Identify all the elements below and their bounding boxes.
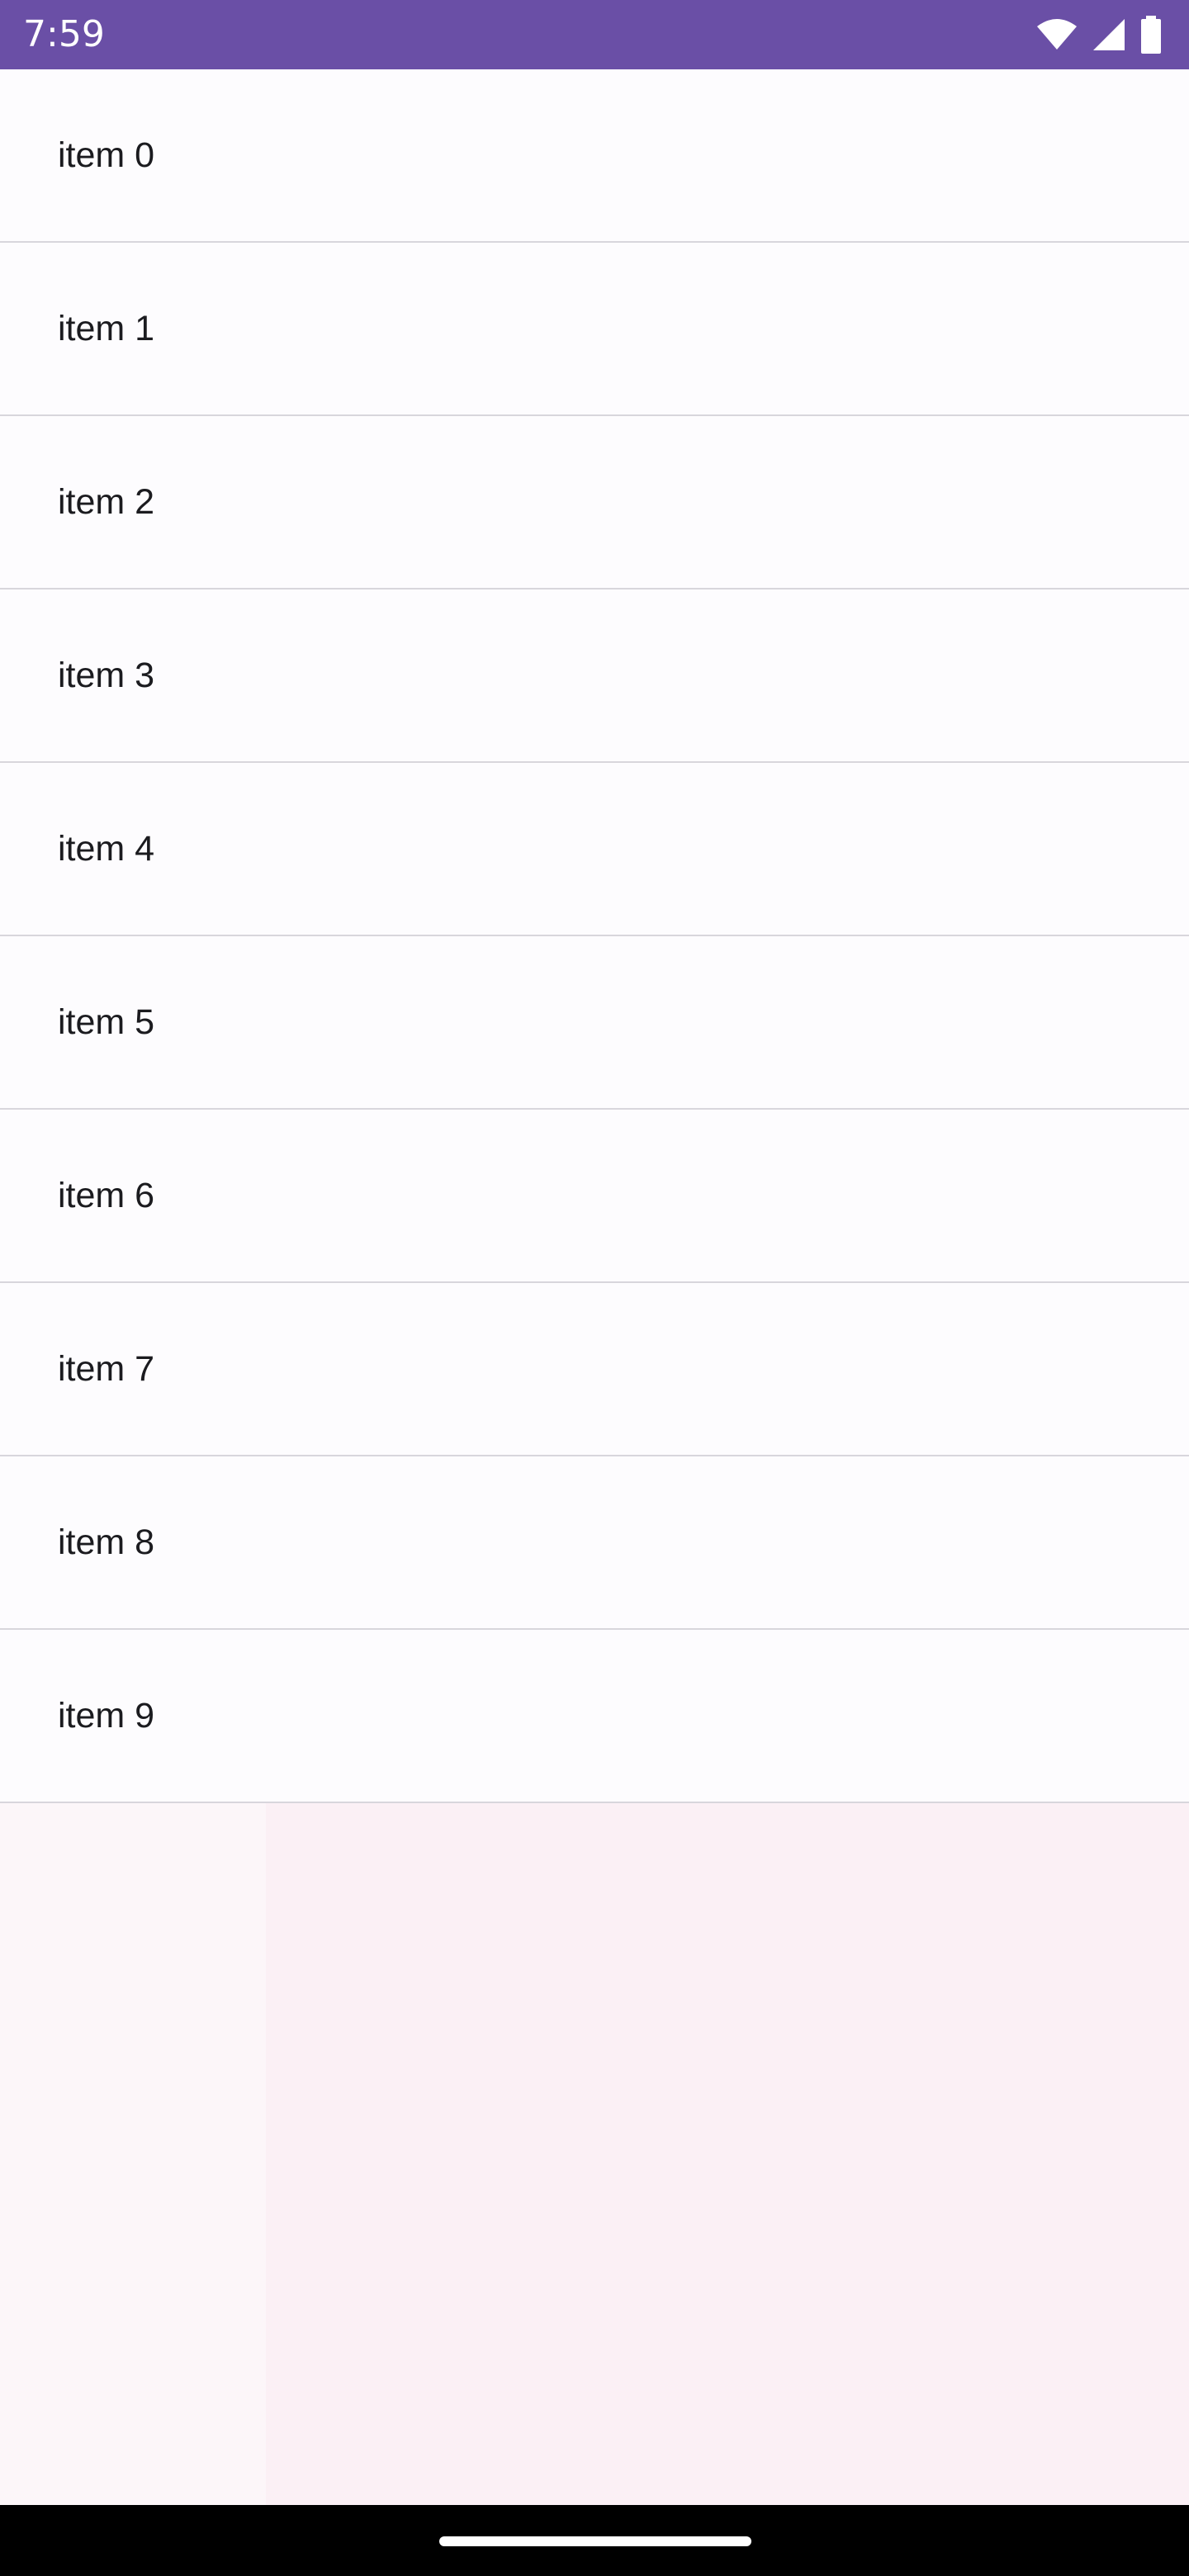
- list-item-label: item 7: [58, 1349, 155, 1389]
- list-item[interactable]: item 2: [0, 416, 1189, 590]
- status-time: 7:59: [23, 13, 105, 55]
- list-item[interactable]: item 9: [0, 1630, 1189, 1803]
- list-item-label: item 2: [58, 482, 155, 522]
- list-item-label: item 9: [58, 1696, 155, 1735]
- list-item-label: item 3: [58, 656, 155, 695]
- status-icons: [1035, 15, 1163, 54]
- home-gesture-handle[interactable]: [439, 2536, 751, 2546]
- list-item-label: item 4: [58, 829, 155, 869]
- status-bar: 7:59: [0, 0, 1189, 69]
- list-item[interactable]: item 8: [0, 1456, 1189, 1630]
- list-item[interactable]: item 4: [0, 763, 1189, 936]
- list-item-label: item 0: [58, 135, 155, 175]
- list-item[interactable]: item 7: [0, 1283, 1189, 1456]
- cellular-signal-icon: [1092, 17, 1126, 52]
- list-item-label: item 5: [58, 1002, 155, 1042]
- item-list: item 0 item 1 item 2 item 3 item 4 item …: [0, 69, 1189, 1803]
- list-item-label: item 1: [58, 309, 155, 348]
- battery-icon: [1139, 16, 1163, 54]
- navigation-bar: [0, 2505, 1189, 2576]
- list-item-label: item 8: [58, 1522, 155, 1562]
- list-item[interactable]: item 6: [0, 1110, 1189, 1283]
- empty-content-area: [0, 1803, 1189, 2505]
- list-item[interactable]: item 0: [0, 69, 1189, 243]
- wifi-icon: [1035, 18, 1078, 51]
- list-item[interactable]: item 5: [0, 936, 1189, 1110]
- list-item-label: item 6: [58, 1176, 155, 1215]
- list-item[interactable]: item 3: [0, 590, 1189, 763]
- list-item[interactable]: item 1: [0, 243, 1189, 416]
